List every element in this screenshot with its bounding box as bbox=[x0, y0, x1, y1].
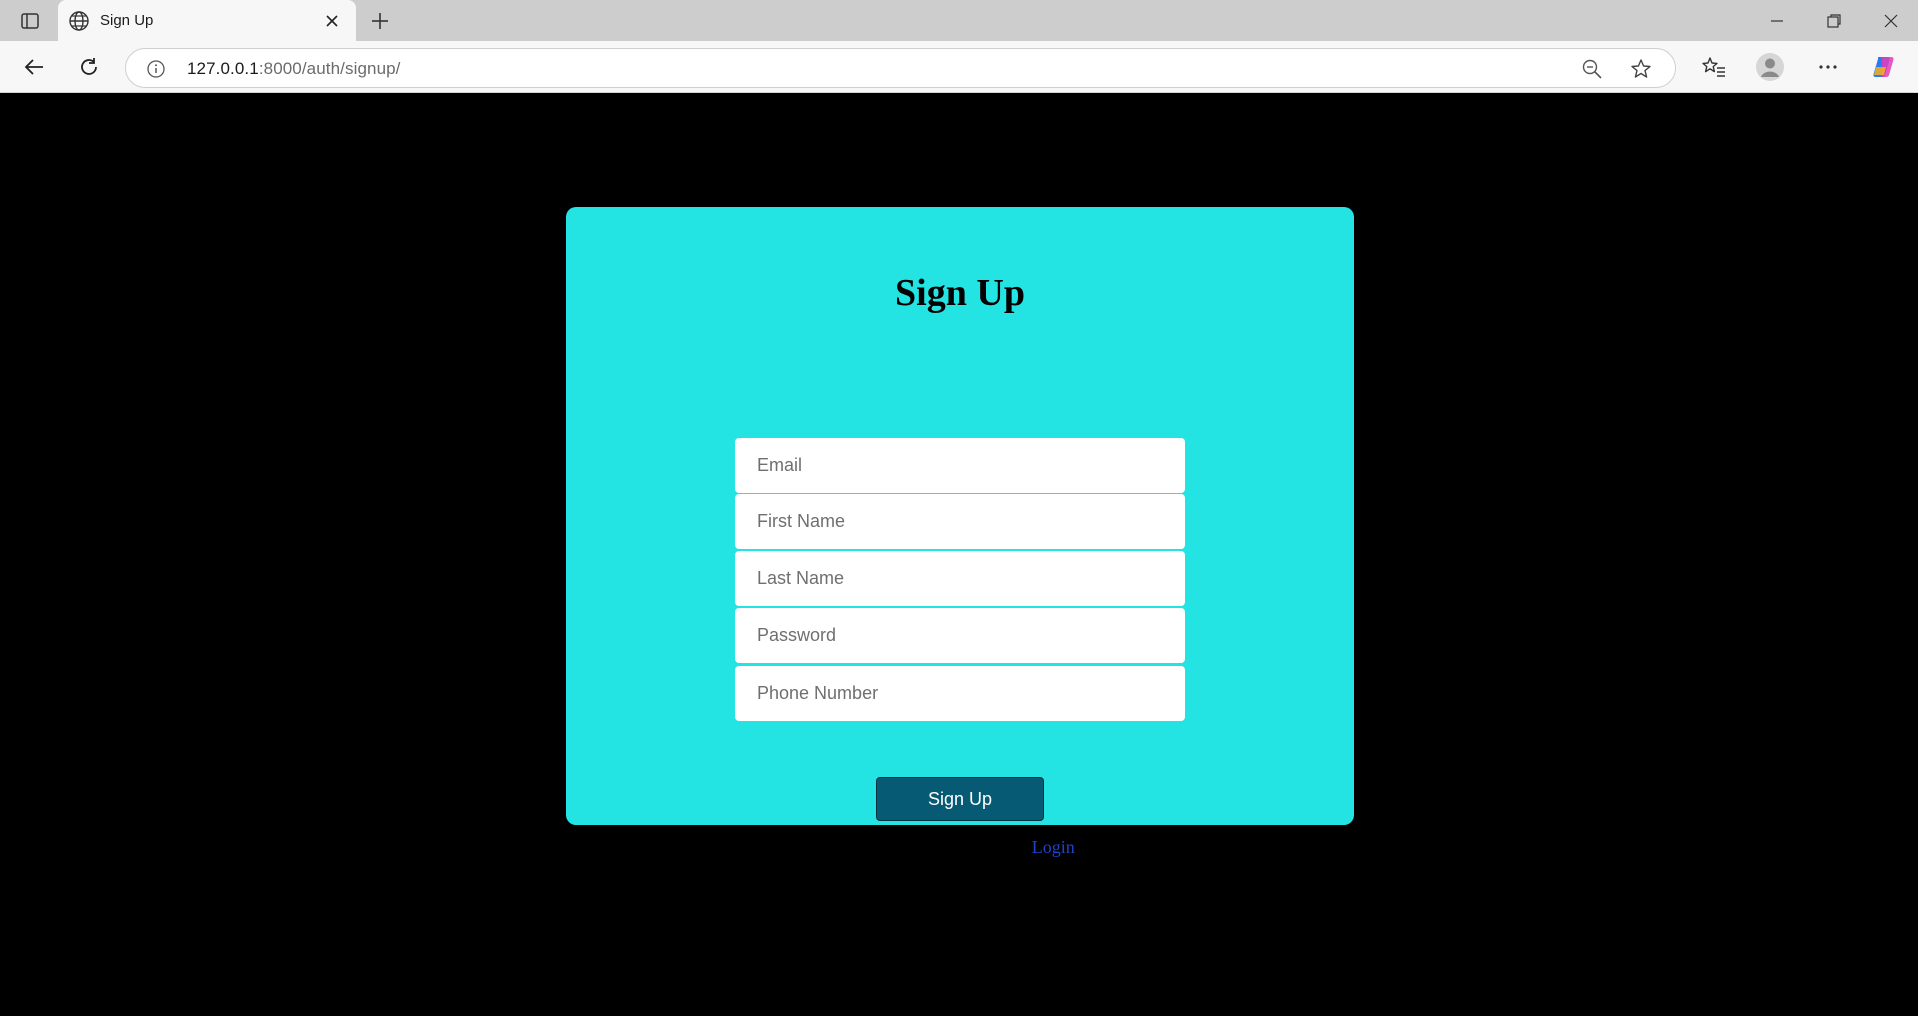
password-field[interactable] bbox=[735, 608, 1185, 663]
page-viewport: Sign Up Sign Up Already have an account?… bbox=[0, 94, 1918, 1016]
first-name-field[interactable] bbox=[735, 494, 1185, 549]
restore-icon[interactable] bbox=[1820, 8, 1848, 34]
favorite-star-icon[interactable] bbox=[1629, 57, 1653, 81]
site-info-icon[interactable] bbox=[146, 59, 166, 79]
email-field[interactable] bbox=[735, 438, 1185, 493]
url-host: 127.0.0.1 bbox=[187, 59, 259, 78]
more-options-icon[interactable] bbox=[1813, 52, 1843, 82]
new-tab-icon[interactable] bbox=[368, 9, 392, 33]
globe-icon bbox=[68, 10, 90, 32]
last-name-field[interactable] bbox=[735, 551, 1185, 606]
address-bar[interactable]: 127.0.0.1:8000/auth/signup/ bbox=[125, 48, 1676, 88]
signup-card: Sign Up Sign Up Already have an account?… bbox=[566, 207, 1354, 857]
login-prompt: Already have an account?Login bbox=[566, 837, 1354, 858]
close-tab-icon[interactable] bbox=[322, 11, 342, 31]
url-path: :8000/auth/signup/ bbox=[258, 59, 401, 78]
zoom-out-icon[interactable] bbox=[1581, 58, 1603, 80]
reload-icon[interactable] bbox=[75, 53, 103, 81]
browser-tab-bar: Sign Up bbox=[0, 0, 1918, 41]
tab-actions-icon[interactable] bbox=[14, 8, 46, 34]
tab-title: Sign Up bbox=[100, 12, 154, 29]
favorites-icon[interactable] bbox=[1699, 52, 1729, 82]
page-title: Sign Up bbox=[895, 272, 1025, 314]
browser-tab[interactable]: Sign Up bbox=[58, 0, 356, 41]
back-icon[interactable] bbox=[20, 53, 48, 81]
minimize-icon[interactable] bbox=[1763, 8, 1791, 34]
url-text: 127.0.0.1:8000/auth/signup/ bbox=[187, 59, 401, 79]
profile-avatar-icon[interactable] bbox=[1755, 52, 1785, 82]
close-window-icon[interactable] bbox=[1877, 8, 1905, 34]
signup-button[interactable]: Sign Up bbox=[876, 777, 1044, 821]
copilot-icon[interactable] bbox=[1869, 52, 1899, 82]
login-prompt-text: Already have an account? bbox=[845, 837, 1032, 857]
login-link[interactable]: Login bbox=[1032, 837, 1075, 857]
address-toolbar: 127.0.0.1:8000/auth/signup/ bbox=[0, 41, 1918, 93]
phone-number-field[interactable] bbox=[735, 666, 1185, 721]
